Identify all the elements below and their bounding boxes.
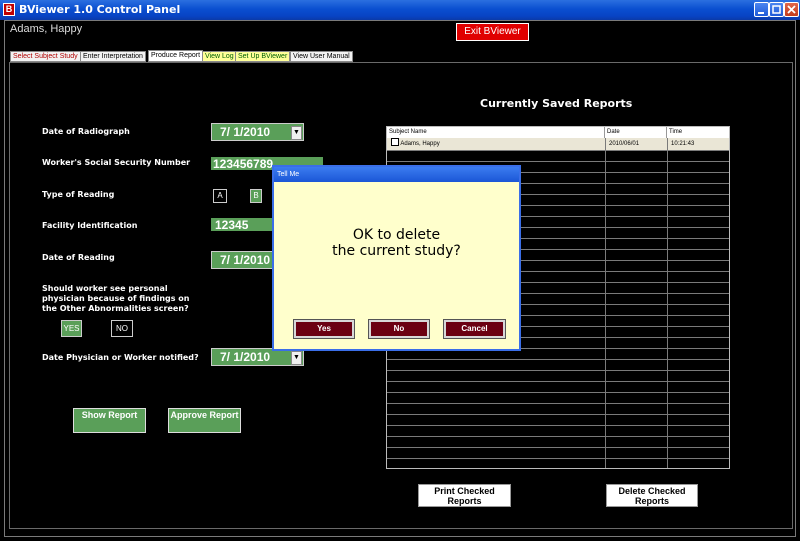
- dialog-title: Tell Me: [274, 167, 519, 182]
- window-title: BViewer 1.0 Control Panel: [19, 3, 181, 16]
- delete-checked-reports-button[interactable]: Delete Checked Reports: [606, 484, 698, 507]
- date-notified-label: Date Physician or Worker notified?: [42, 353, 199, 362]
- maximize-icon: [772, 5, 781, 14]
- dialog-cancel-button[interactable]: Cancel: [443, 319, 506, 339]
- table-row-line: [387, 436, 729, 437]
- physician-yes-button[interactable]: YES: [61, 320, 82, 337]
- date-radiograph-label: Date of Radiograph: [42, 127, 130, 136]
- facility-field[interactable]: 12345: [211, 218, 275, 231]
- dialog-message-line2: the current study?: [332, 243, 461, 259]
- tab-set-up-bviewer[interactable]: Set Up BViewer: [235, 51, 291, 62]
- minimize-button[interactable]: [754, 2, 769, 17]
- current-user: Adams, Happy: [10, 23, 83, 35]
- app-icon: B: [3, 3, 15, 16]
- ssn-label: Worker's Social Security Number: [42, 158, 191, 167]
- maximize-button[interactable]: [769, 2, 784, 17]
- date-reading-value: 7/ 1/2010: [220, 253, 271, 267]
- row-subject-name: Adams, Happy: [400, 141, 440, 147]
- table-row-line: [387, 381, 729, 382]
- table-row-line: [387, 370, 729, 371]
- type-b-button[interactable]: B: [250, 189, 262, 203]
- close-icon: [787, 5, 796, 14]
- minimize-icon: [758, 12, 764, 14]
- physician-no-button[interactable]: NO: [111, 320, 133, 337]
- type-reading-label: Type of Reading: [42, 190, 115, 199]
- table-row-line: [387, 403, 729, 404]
- column-date[interactable]: Date: [605, 127, 667, 138]
- confirm-dialog: Tell Me OK to delete the current study? …: [272, 165, 521, 351]
- table-row-line: [387, 392, 729, 393]
- table-row[interactable]: Adams, Happy 2010/06/01 10:21:43: [387, 138, 729, 150]
- date-radiograph-picker[interactable]: 7/ 1/2010 ▼: [211, 123, 304, 141]
- table-row-line: [387, 359, 729, 360]
- tab-select-subject-study[interactable]: Select Subject Study: [10, 51, 81, 62]
- dialog-yes-button[interactable]: Yes: [293, 319, 355, 339]
- table-row-line: [387, 458, 729, 459]
- facility-label: Facility Identification: [42, 221, 138, 230]
- date-notified-value: 7/ 1/2010: [220, 350, 271, 364]
- close-button[interactable]: [784, 2, 799, 17]
- tab-view-log[interactable]: View Log: [202, 51, 237, 62]
- print-checked-reports-button[interactable]: Print Checked Reports: [418, 484, 511, 507]
- dialog-message: OK to delete the current study?: [274, 227, 519, 259]
- tab-enter-interpretation[interactable]: Enter Interpretation: [80, 51, 146, 62]
- date-radiograph-value: 7/ 1/2010: [220, 125, 271, 139]
- table-row-line: [387, 425, 729, 426]
- reports-title: Currently Saved Reports: [480, 97, 633, 110]
- table-row-line: [387, 414, 729, 415]
- dialog-no-button[interactable]: No: [368, 319, 430, 339]
- row-subject: Adams, Happy: [389, 138, 605, 150]
- chevron-down-icon[interactable]: ▼: [291, 126, 302, 140]
- table-row-line: [387, 161, 729, 162]
- column-time[interactable]: Time: [667, 127, 729, 138]
- table-row-line: [387, 150, 729, 151]
- date-reading-label: Date of Reading: [42, 253, 115, 262]
- table-row-line: [387, 447, 729, 448]
- chevron-down-icon[interactable]: ▼: [291, 351, 302, 365]
- tab-view-user-manual[interactable]: View User Manual: [290, 51, 353, 62]
- tab-produce-report[interactable]: Produce Report: [148, 50, 204, 62]
- row-time: 10:21:43: [671, 141, 695, 147]
- exit-button[interactable]: Exit BViewer: [456, 23, 529, 41]
- physician-question: Should worker see personal physician bec…: [42, 284, 190, 313]
- show-report-button[interactable]: Show Report: [73, 408, 146, 433]
- dialog-message-line1: OK to delete: [352, 227, 441, 243]
- row-date: 2010/06/01: [609, 141, 640, 147]
- reports-header: Subject Name Date Time: [387, 127, 729, 138]
- row-checkbox[interactable]: [391, 138, 399, 146]
- type-a-button[interactable]: A: [213, 189, 227, 203]
- column-subject-name[interactable]: Subject Name: [387, 127, 605, 138]
- date-reading-picker[interactable]: 7/ 1/2010: [211, 251, 273, 269]
- column-divider: [667, 138, 668, 468]
- column-divider: [605, 138, 606, 468]
- approve-report-button[interactable]: Approve Report: [168, 408, 241, 433]
